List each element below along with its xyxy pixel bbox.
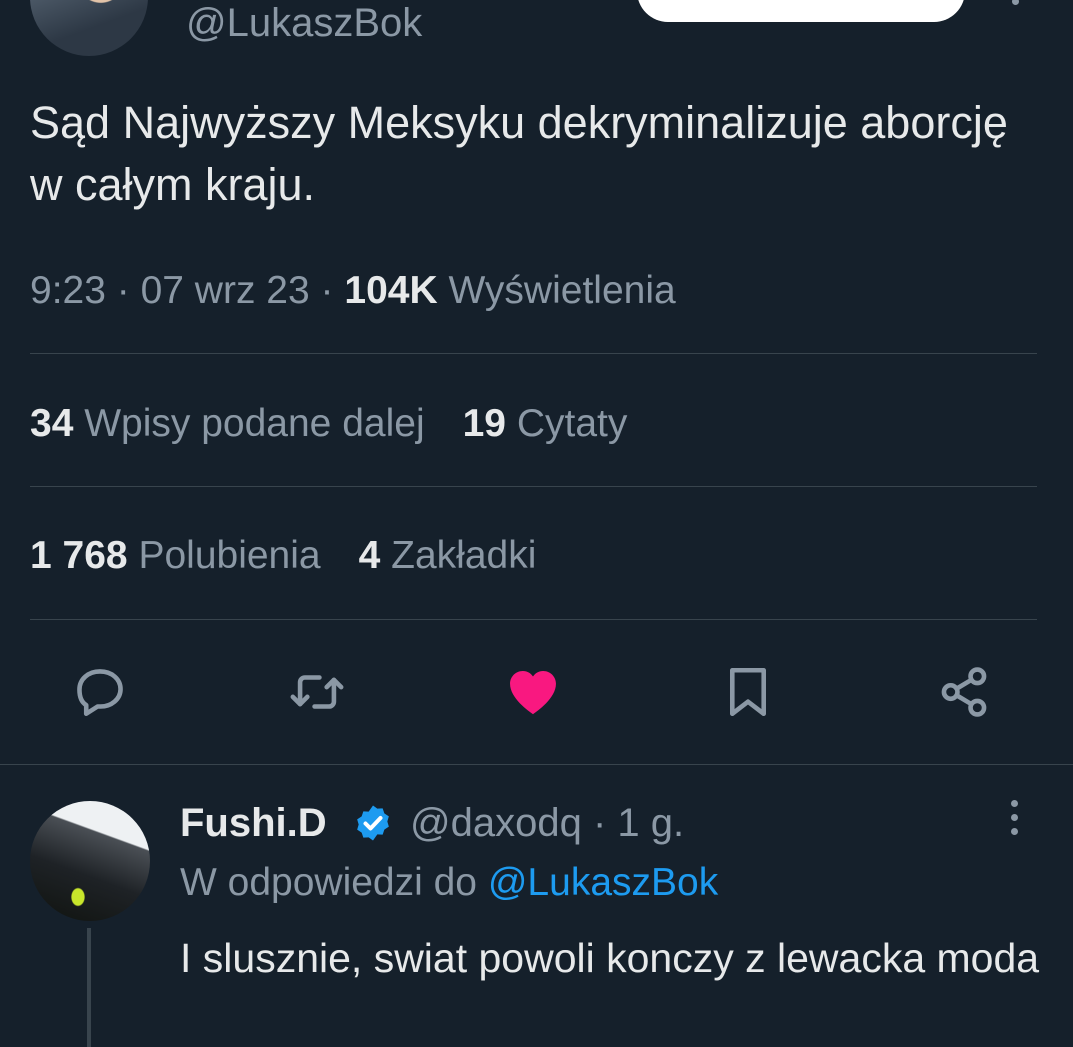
bookmarks-label: Zakładki: [391, 534, 537, 577]
reply-author-handle[interactable]: @daxodq: [410, 801, 582, 845]
quotes-stat[interactable]: 19 Cytaty: [463, 402, 628, 445]
follow-button[interactable]: [637, 0, 965, 22]
likes-count: 1 768: [30, 534, 128, 577]
reply-age[interactable]: 1 g.: [617, 801, 684, 845]
tweet-date[interactable]: 07 wrz 23: [141, 269, 310, 312]
reply-icon: [77, 669, 123, 717]
reply-author-name[interactable]: Fushi.D: [180, 800, 327, 846]
stats-row-likes: 1 768 Polubienia 4 Zakładki: [30, 533, 536, 579]
stats-row-shares: 34 Wpisy podane dalej 19 Cytaty: [30, 401, 627, 447]
meta-separator: ·: [592, 801, 607, 845]
replying-to-label: W odpowiedzi do: [180, 861, 477, 904]
reply-button[interactable]: [70, 662, 130, 722]
retweets-count: 34: [30, 402, 74, 445]
reply-text: I slusznie, swiat powoli konczy z lewack…: [180, 935, 1040, 981]
retweets-label: Wpisy podane dalej: [84, 402, 425, 445]
like-button[interactable]: [503, 662, 563, 722]
more-options-icon[interactable]: [1000, 796, 1030, 840]
meta-separator: ·: [320, 269, 334, 312]
thread-line: [87, 928, 91, 1047]
reply-handle-row: @daxodq · 1 g.: [410, 800, 684, 846]
bookmark-button[interactable]: [718, 662, 778, 722]
retweet-button[interactable]: [287, 662, 347, 722]
quotes-count: 19: [462, 402, 506, 445]
quotes-label: Cytaty: [516, 402, 628, 445]
author-avatar[interactable]: [30, 0, 148, 56]
likes-label: Polubienia: [138, 534, 321, 577]
share-icon: [941, 667, 987, 717]
share-button[interactable]: [934, 662, 994, 722]
meta-separator: ·: [116, 269, 130, 312]
bookmarks-count: 4: [358, 534, 381, 577]
more-options-icon[interactable]: [1000, 0, 1030, 10]
verified-badge-icon: [357, 805, 389, 841]
bookmarks-stat[interactable]: 4 Zakładki: [359, 534, 537, 577]
tweet-time[interactable]: 9:23: [30, 269, 106, 312]
divider: [30, 619, 1037, 620]
views-count: 104K: [344, 269, 438, 312]
section-divider: [0, 764, 1073, 765]
divider: [30, 486, 1037, 487]
replying-to: W odpowiedzi do @LukaszBok: [180, 860, 718, 906]
author-handle[interactable]: @LukaszBok: [186, 0, 422, 46]
bookmark-icon: [729, 667, 767, 717]
tweet-meta: 9:23 · 07 wrz 23 · 104K Wyświetlenia: [30, 268, 676, 314]
likes-stat[interactable]: 1 768 Polubienia: [30, 534, 321, 577]
views-label: Wyświetlenia: [448, 269, 676, 312]
retweets-stat[interactable]: 34 Wpisy podane dalej: [30, 402, 425, 445]
reply-author-avatar[interactable]: [30, 801, 150, 921]
retweet-icon: [290, 675, 344, 709]
replying-to-handle[interactable]: @LukaszBok: [488, 861, 718, 904]
divider: [30, 353, 1037, 354]
tweet-text: Sąd Najwyższy Meksyku dekryminalizuje ab…: [30, 97, 1008, 210]
like-icon: [510, 670, 556, 715]
